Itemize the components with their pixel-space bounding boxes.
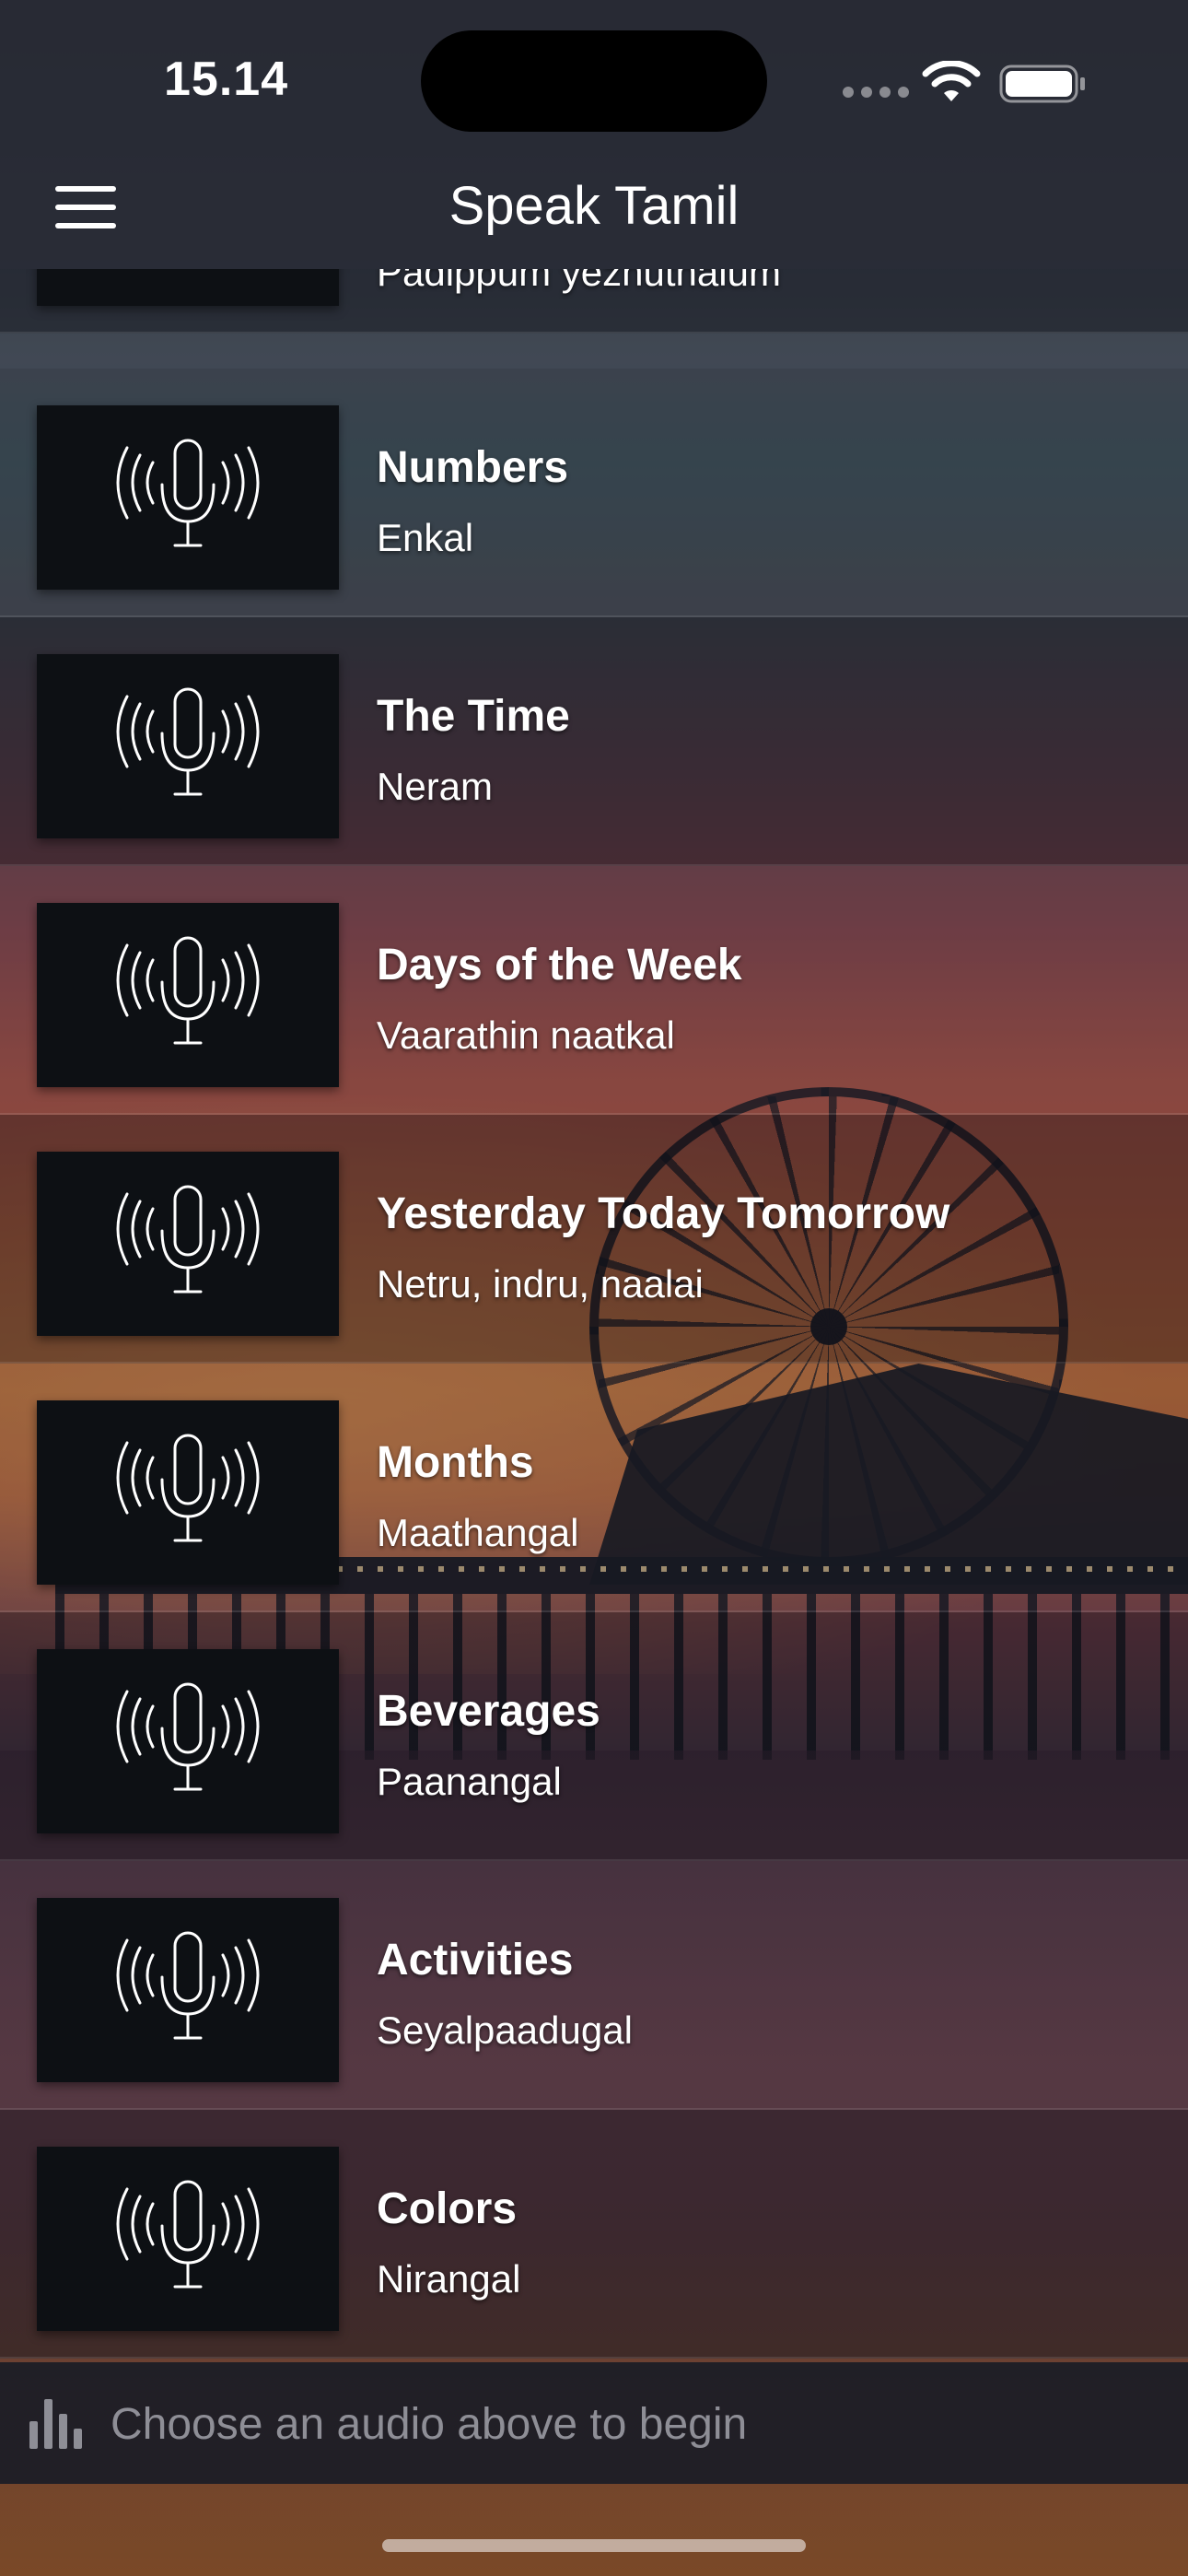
lesson-thumbnail: [37, 269, 339, 306]
list-item[interactable]: Padippum yezhuthalum: [0, 269, 1188, 334]
lesson-list[interactable]: Padippum yezhuthalum Numbers Enkal The T…: [0, 269, 1188, 2362]
lesson-subtitle: Netru, indru, naalai: [377, 1262, 704, 1306]
player-status-text: Choose an audio above to begin: [111, 2400, 748, 2449]
microphone-broadcast-icon: [116, 1185, 260, 1294]
list-item[interactable]: Numbers Enkal: [0, 369, 1188, 617]
lesson-subtitle: Nirangal: [377, 2257, 521, 2301]
lesson-subtitle: Paanangal: [377, 1760, 562, 1803]
microphone-broadcast-icon: [116, 1931, 260, 2040]
lesson-subtitle: Enkal: [377, 516, 474, 559]
lesson-title: Months: [377, 1438, 534, 1487]
lesson-thumbnail: [37, 2147, 339, 2331]
lesson-title: Beverages: [377, 1687, 600, 1736]
microphone-broadcast-icon: [116, 687, 260, 796]
lesson-title: The Time: [377, 692, 570, 741]
microphone-broadcast-icon: [116, 439, 260, 547]
microphone-broadcast-icon: [96, 269, 280, 278]
lesson-title: Activities: [377, 1936, 574, 1985]
microphone-broadcast-icon: [116, 1434, 260, 1542]
lesson-title: Days of the Week: [377, 941, 742, 989]
lesson-thumbnail: [37, 1898, 339, 2082]
status-bar: 15.14: [0, 0, 1188, 157]
lesson-subtitle: Vaarathin naatkal: [377, 1013, 675, 1057]
lesson-thumbnail: [37, 1649, 339, 1833]
list-item[interactable]: Activities Seyalpaadugal: [0, 1861, 1188, 2110]
lesson-title: Numbers: [377, 443, 569, 492]
lesson-thumbnail: [37, 654, 339, 838]
lesson-subtitle: Maathangal: [377, 1511, 579, 1554]
home-indicator[interactable]: [382, 2539, 806, 2552]
page-title: Speak Tamil: [448, 176, 740, 236]
lesson-thumbnail: [37, 1400, 339, 1585]
list-item[interactable]: Yesterday Today Tomorrow Netru, indru, n…: [0, 1115, 1188, 1364]
wifi-icon: [922, 61, 981, 101]
lesson-thumbnail: [37, 903, 339, 1087]
lesson-thumbnail: [37, 405, 339, 590]
audio-bars-icon: [29, 2399, 82, 2449]
lesson-title: Yesterday Today Tomorrow: [377, 1189, 950, 1238]
status-time: 15.14: [164, 53, 289, 106]
list-item[interactable]: The Time Neram: [0, 617, 1188, 866]
list-item[interactable]: Months Maathangal: [0, 1364, 1188, 1612]
list-item[interactable]: Beverages Paanangal: [0, 1612, 1188, 1861]
lesson-thumbnail: [37, 1152, 339, 1336]
lesson-subtitle: Padippum yezhuthalum: [377, 269, 781, 294]
lesson-title: Colors: [377, 2184, 518, 2233]
audio-player-bar[interactable]: Choose an audio above to begin: [0, 2362, 1188, 2484]
list-item[interactable]: Days of the Week Vaarathin naatkal: [0, 866, 1188, 1115]
microphone-broadcast-icon: [116, 2180, 260, 2289]
lesson-subtitle: Neram: [377, 765, 494, 808]
battery-icon: [999, 64, 1085, 103]
lesson-subtitle: Seyalpaadugal: [377, 2008, 633, 2052]
dynamic-island: [421, 30, 767, 132]
microphone-broadcast-icon: [116, 1682, 260, 1791]
list-item[interactable]: Colors Nirangal: [0, 2110, 1188, 2359]
microphone-broadcast-icon: [116, 936, 260, 1045]
signal-dots-icon: [843, 87, 909, 98]
